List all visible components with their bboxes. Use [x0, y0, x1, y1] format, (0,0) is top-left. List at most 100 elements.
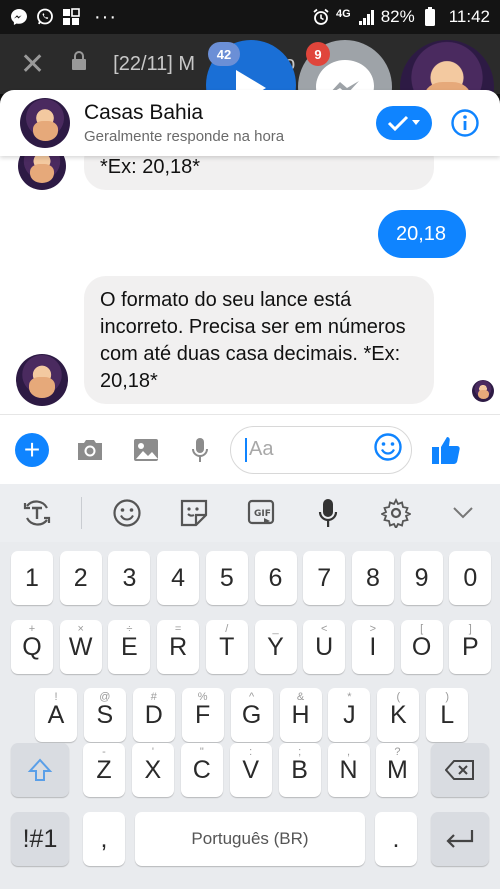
- key-label: I: [369, 632, 377, 661]
- key-y[interactable]: _ Y: [254, 620, 297, 674]
- contact-avatar[interactable]: [20, 98, 70, 148]
- key-label: G: [241, 700, 262, 729]
- image-icon: [134, 438, 158, 461]
- key-x[interactable]: ' X: [131, 743, 174, 797]
- key-3[interactable]: 3: [108, 551, 151, 605]
- key-label: W: [68, 632, 93, 661]
- key-h[interactable]: & H: [279, 688, 322, 742]
- key-q[interactable]: + Q: [11, 620, 53, 674]
- key-1[interactable]: 1: [11, 551, 53, 605]
- chat-header: Casas Bahia Geralmente responde na hora: [0, 90, 500, 156]
- key-hint: %: [197, 691, 208, 703]
- sticker-button[interactable]: [171, 490, 217, 536]
- key-r[interactable]: = R: [157, 620, 200, 674]
- key-label: Z: [96, 755, 112, 784]
- key-o[interactable]: [O: [400, 620, 443, 674]
- period-key[interactable]: .: [375, 812, 417, 866]
- camera-icon: [78, 439, 102, 460]
- key-label: T: [219, 632, 235, 661]
- gallery-button[interactable]: [126, 430, 166, 470]
- key-z[interactable]: -Z: [83, 743, 125, 797]
- shift-key[interactable]: [11, 743, 69, 797]
- key-k[interactable]: (K: [377, 688, 420, 742]
- key-i[interactable]: > I: [351, 620, 394, 674]
- key-u[interactable]: < U: [303, 620, 346, 674]
- key-label: D: [144, 700, 163, 729]
- key-d[interactable]: # D: [132, 688, 175, 742]
- key-label: P: [461, 632, 479, 661]
- key-label: X: [144, 755, 162, 784]
- backspace-key[interactable]: [431, 743, 489, 797]
- emoji-icon: [374, 433, 402, 461]
- key-f[interactable]: % F: [181, 688, 224, 742]
- key-n[interactable]: ,N: [327, 743, 370, 797]
- key-j[interactable]: * J: [328, 688, 371, 742]
- keyboard-settings-button[interactable]: [373, 490, 419, 536]
- voice-input-button[interactable]: [305, 490, 351, 536]
- thumbs-up-icon: [432, 436, 460, 464]
- key-0[interactable]: 0: [449, 551, 492, 605]
- key-label: H: [291, 700, 310, 729]
- key-a[interactable]: ! A: [35, 688, 77, 742]
- text-cursor: [245, 437, 247, 462]
- sender-avatar: [16, 354, 68, 406]
- key-l[interactable]: ) L: [426, 688, 469, 742]
- key-hint: ÷: [126, 623, 133, 635]
- key-label: 5: [219, 563, 234, 592]
- voice-message-button[interactable]: [180, 430, 220, 470]
- contact-info[interactable]: Casas Bahia Geralmente responde na hora: [84, 101, 284, 145]
- key-5[interactable]: 5: [205, 551, 248, 605]
- key-4[interactable]: 4: [157, 551, 200, 605]
- info-button[interactable]: [450, 108, 480, 138]
- key-hint: &: [296, 691, 305, 703]
- message-text: O formato do seu lance está incorreto. P…: [100, 289, 406, 392]
- key-2[interactable]: 2: [59, 551, 102, 605]
- key-hint: +: [28, 623, 36, 635]
- done-button[interactable]: [376, 106, 432, 140]
- space-key[interactable]: Português (BR): [135, 812, 365, 866]
- key-g[interactable]: ^ G: [230, 688, 273, 742]
- key-9[interactable]: 9: [400, 551, 443, 605]
- gear-icon: [380, 498, 411, 528]
- enter-key[interactable]: [431, 812, 489, 866]
- collapse-keyboard-button[interactable]: [440, 490, 486, 536]
- key-b[interactable]: ; B: [278, 743, 321, 797]
- like-button[interactable]: [426, 430, 466, 470]
- text-mode-button[interactable]: [14, 490, 60, 536]
- camera-button[interactable]: [70, 430, 110, 470]
- symbols-key[interactable]: !#1: [11, 812, 69, 866]
- message-bubble-incoming[interactable]: O formato do seu lance está incorreto. P…: [84, 276, 434, 404]
- key-hint: -: [102, 746, 106, 758]
- key-hint: ): [445, 691, 450, 703]
- key-p[interactable]: ] P: [449, 620, 492, 674]
- network-type-label: 4G: [336, 8, 351, 20]
- battery-percent: 82%: [380, 7, 415, 26]
- message-bubble-outgoing[interactable]: 20,18: [378, 210, 466, 258]
- key-m[interactable]: ? M: [376, 743, 419, 797]
- key-t[interactable]: / T: [205, 620, 248, 674]
- gif-icon: GIF: [248, 499, 275, 525]
- key-7[interactable]: 7: [303, 551, 346, 605]
- gif-button[interactable]: GIF: [238, 490, 284, 536]
- key-s[interactable]: @ S: [83, 688, 126, 742]
- key-hint: <: [320, 623, 328, 635]
- message-composer: +: [0, 414, 500, 484]
- key-label: K: [389, 700, 407, 729]
- key-label: F: [195, 700, 211, 729]
- key-c[interactable]: " C: [180, 743, 223, 797]
- key-6[interactable]: 6: [254, 551, 297, 605]
- key-e[interactable]: ÷ E: [108, 620, 151, 674]
- more-actions-button[interactable]: +: [12, 430, 52, 470]
- key-label: Y: [267, 632, 284, 661]
- emoji-button[interactable]: [373, 432, 403, 467]
- comma-key[interactable]: ,: [83, 812, 125, 866]
- emoji-keyboard-button[interactable]: [104, 490, 150, 536]
- message-input[interactable]: [249, 438, 369, 461]
- message-bubble-incoming[interactable]: *Ex: 20,18*: [84, 156, 434, 190]
- key-8[interactable]: 8: [351, 551, 394, 605]
- key-label: ,: [100, 824, 108, 853]
- key-w[interactable]: × W: [59, 620, 102, 674]
- message-list[interactable]: *Ex: 20,18* 20,18 O formato do seu lance…: [0, 156, 500, 414]
- key-v[interactable]: :V: [229, 743, 272, 797]
- microphone-icon: [319, 499, 338, 527]
